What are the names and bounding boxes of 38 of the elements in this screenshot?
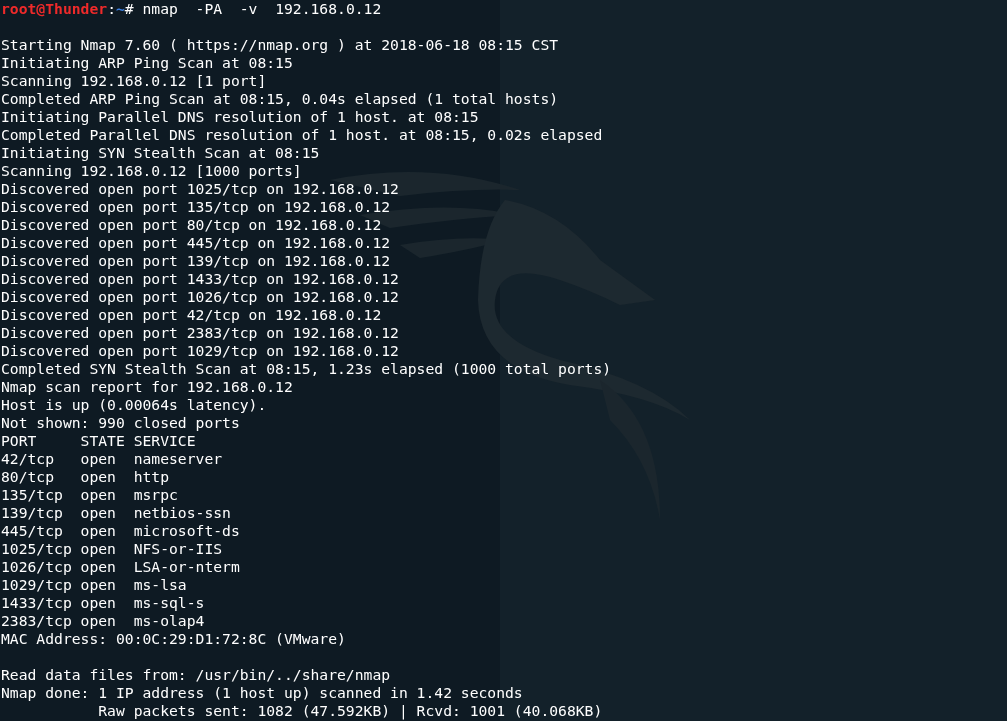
output-line: Completed ARP Ping Scan at 08:15, 0.04s elapsed (1 total hosts) [1, 90, 560, 108]
output-line: Discovered open port 1025/tcp on 192.168.0.12 [1, 180, 400, 198]
output-line: Scanning 192.168.0.12 [1000 ports] [1, 162, 303, 180]
output-line: 1026/tcp open LSA-or-nterm [1, 558, 241, 576]
output-line: Host is up (0.00064s latency). [1, 396, 268, 414]
output-line: 445/tcp open microsoft-ds [1, 522, 241, 540]
output-line: Completed SYN Stealth Scan at 08:15, 1.23s elapsed (1000 total ports) [1, 360, 613, 378]
output-line: Discovered open port 1433/tcp on 192.168.0.12 [1, 270, 400, 288]
output-line: Read data files from: /usr/bin/../share/nmap [1, 666, 392, 684]
output-line: Discovered open port 42/tcp on 192.168.0.12 [1, 306, 383, 324]
output-line: PORT STATE SERVICE [1, 432, 197, 450]
output-line: Nmap scan report for 192.168.0.12 [1, 378, 294, 396]
output-line: Discovered open port 1026/tcp on 192.168.0.12 [1, 288, 400, 306]
output-line: Discovered open port 135/tcp on 192.168.0.12 [1, 198, 392, 216]
output-line: 1433/tcp open ms-sql-s [1, 594, 206, 612]
output-line: Discovered open port 139/tcp on 192.168.0.12 [1, 252, 392, 270]
output-line: 135/tcp open msrpc [1, 486, 179, 504]
output-line: Raw packets sent: 1082 (47.592KB) | Rcvd: 1001 (40.068KB) [97, 702, 604, 720]
output-line: 80/tcp open http [1, 468, 170, 486]
output-line: Starting Nmap 7.60 ( https://nmap.org ) at 2018-06-18 08:15 CST [1, 36, 560, 54]
output-line: Nmap done: 1 IP address (1 host up) scanned in 1.42 seconds [1, 684, 524, 702]
command-prompt-line: root@Thunder:~# nmap -PA -v 192.168.0.12 [1, 0, 383, 18]
output-line: Initiating ARP Ping Scan at 08:15 [1, 54, 294, 72]
output-line: Discovered open port 80/tcp on 192.168.0.12 [1, 216, 383, 234]
output-line: Initiating SYN Stealth Scan at 08:15 [1, 144, 321, 162]
output-line: Discovered open port 2383/tcp on 192.168.0.12 [1, 324, 400, 342]
output-line: 1029/tcp open ms-lsa [1, 576, 188, 594]
output-line: 1025/tcp open NFS-or-IIS [1, 540, 224, 558]
output-line: Completed Parallel DNS resolution of 1 host. at 08:15, 0.02s elapsed [1, 126, 604, 144]
output-line: Discovered open port 445/tcp on 192.168.0.12 [1, 234, 392, 252]
output-line: Initiating Parallel DNS resolution of 1 host. at 08:15 [1, 108, 480, 126]
output-line: MAC Address: 00:0C:29:D1:72:8C (VMware) [1, 630, 347, 648]
output-line: 42/tcp open nameserver [1, 450, 224, 468]
output-line: Scanning 192.168.0.12 [1 port] [1, 72, 268, 90]
output-line: Not shown: 990 closed ports [1, 414, 241, 432]
output-line: 2383/tcp open ms-olap4 [1, 612, 206, 630]
output-line: Discovered open port 1029/tcp on 192.168.0.12 [1, 342, 400, 360]
output-line: 139/tcp open netbios-ssn [1, 504, 232, 522]
